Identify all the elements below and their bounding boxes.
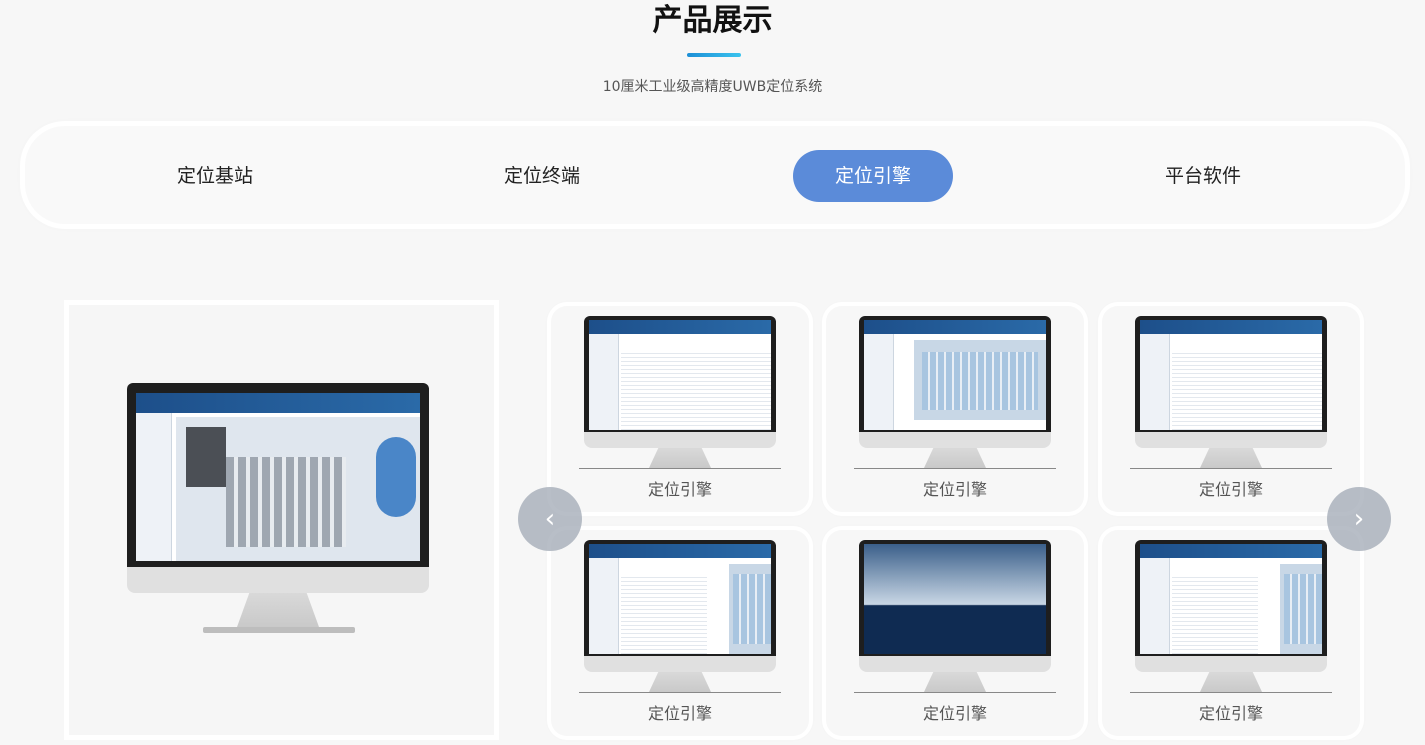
monitor-thumbnail: [1102, 306, 1360, 476]
title-underline: [687, 53, 741, 57]
tab-platform-software[interactable]: 平台软件: [1123, 150, 1283, 202]
monitor-thumbnail: [826, 530, 1084, 700]
section-title: 产品展示: [652, 3, 773, 38]
next-button[interactable]: ›: [1327, 487, 1391, 551]
tab-terminal[interactable]: 定位终端: [462, 150, 622, 202]
featured-product-image: [64, 300, 499, 740]
monitor-thumbnail: [826, 306, 1084, 476]
product-card-label: 定位引擎: [1198, 704, 1263, 723]
section-subtitle: 10厘米工业级高精度UWB定位系统: [602, 79, 823, 95]
product-card[interactable]: 定位引擎: [826, 306, 1084, 512]
product-card-label: 定位引擎: [647, 704, 712, 723]
monitor-thumbnail: [551, 530, 809, 700]
product-card[interactable]: 定位引擎: [551, 306, 809, 512]
product-card[interactable]: 定位引擎: [826, 530, 1084, 736]
product-card[interactable]: 定位引擎: [1102, 306, 1360, 512]
category-tabs: 定位基站 定位终端 定位引擎 平台软件: [25, 126, 1405, 224]
monitor-thumbnail: [551, 306, 809, 476]
product-card-label: 定位引擎: [647, 480, 712, 499]
product-showcase: 产品展示 10厘米工业级高精度UWB定位系统 定位基站 定位终端 定位引擎 平台…: [0, 0, 1425, 745]
tab-base-station[interactable]: 定位基站: [135, 150, 295, 202]
chevron-right-icon: ›: [1353, 504, 1365, 534]
tab-engine[interactable]: 定位引擎: [793, 150, 953, 202]
chevron-left-icon: ‹: [544, 504, 556, 534]
prev-button[interactable]: ‹: [518, 487, 582, 551]
product-card[interactable]: 定位引擎: [551, 530, 809, 736]
monitor-illustration: [127, 383, 432, 643]
product-card-label: 定位引擎: [922, 704, 987, 723]
monitor-thumbnail: [1102, 530, 1360, 700]
product-card[interactable]: 定位引擎: [1102, 530, 1360, 736]
product-card-label: 定位引擎: [1198, 480, 1263, 499]
product-card-label: 定位引擎: [922, 480, 987, 499]
